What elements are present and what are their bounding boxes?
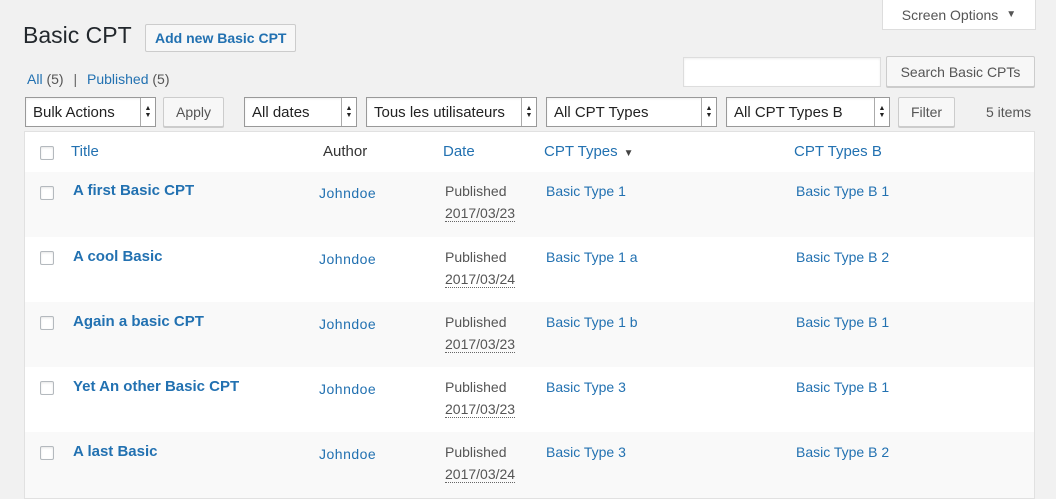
column-cpt-types-b-sort[interactable]: CPT Types B <box>794 143 882 160</box>
select-arrows-icon: ▲ ▼ <box>874 98 889 126</box>
table-row: A last Basic Johndoe Published 2017/03/2… <box>25 432 1034 498</box>
select-all-checkbox[interactable] <box>40 146 54 160</box>
bulk-actions-value: Bulk Actions <box>33 103 115 121</box>
row-date-value: 2017/03/24 <box>445 466 516 483</box>
table-row: Yet An other Basic CPT Johndoe Published… <box>25 367 1034 432</box>
row-cpt-type-b-link[interactable]: Basic Type B 2 <box>796 249 889 265</box>
row-date-value: 2017/03/23 <box>445 401 516 418</box>
row-date-value: 2017/03/23 <box>445 336 516 353</box>
row-checkbox[interactable] <box>40 251 54 265</box>
row-status: Published <box>445 444 507 460</box>
row-cpt-type-link[interactable]: Basic Type 1 b <box>546 314 638 330</box>
row-checkbox[interactable] <box>40 446 54 460</box>
column-author: Author <box>323 143 368 160</box>
row-cpt-type-link[interactable]: Basic Type 3 <box>546 379 626 395</box>
table-header: Title Author Date CPT Types ▼ CPT Types B <box>25 132 1034 173</box>
view-all-link[interactable]: All <box>27 71 43 87</box>
row-cpt-type-b-link[interactable]: Basic Type B 2 <box>796 444 889 460</box>
row-date-value: 2017/03/24 <box>445 271 516 288</box>
view-published-count: (5) <box>152 71 170 87</box>
row-status: Published <box>445 183 507 199</box>
row-date-value: 2017/03/23 <box>445 205 516 222</box>
row-author-link[interactable]: Johndoe <box>319 251 376 267</box>
row-author-link[interactable]: Johndoe <box>319 316 376 332</box>
column-title-sort[interactable]: Title <box>71 143 99 160</box>
search-button[interactable]: Search Basic CPTs <box>886 56 1035 87</box>
view-published-link[interactable]: Published <box>87 71 149 87</box>
row-author-link[interactable]: Johndoe <box>319 446 376 462</box>
row-title-link[interactable]: Yet An other Basic CPT <box>73 378 239 395</box>
dates-value: All dates <box>252 103 310 121</box>
cpt-types-select[interactable]: All CPT Types ▲ ▼ <box>546 97 717 127</box>
row-date: Published 2017/03/24 <box>445 441 516 485</box>
row-title-link[interactable]: A first Basic CPT <box>73 182 194 199</box>
caret-down-icon: ▼ <box>1006 9 1017 20</box>
row-checkbox[interactable] <box>40 316 54 330</box>
row-status: Published <box>445 379 507 395</box>
table-row: A first Basic CPT Johndoe Published 2017… <box>25 172 1034 237</box>
view-all-count: (5) <box>46 71 64 87</box>
screen-options-label: Screen Options <box>901 6 999 23</box>
sort-desc-icon: ▼ <box>623 148 634 159</box>
select-arrows-icon: ▲ ▼ <box>521 98 536 126</box>
row-cpt-type-link[interactable]: Basic Type 1 <box>546 183 626 199</box>
cpt-types-value: All CPT Types <box>554 103 649 121</box>
row-cpt-type-b-link[interactable]: Basic Type B 1 <box>796 379 889 395</box>
apply-button[interactable]: Apply <box>163 97 224 127</box>
column-date-sort[interactable]: Date <box>443 143 475 160</box>
screen-options-button[interactable]: Screen Options ▼ <box>882 0 1036 30</box>
row-status: Published <box>445 314 507 330</box>
row-cpt-type-link[interactable]: Basic Type 3 <box>546 444 626 460</box>
row-author-link[interactable]: Johndoe <box>319 185 376 201</box>
column-cpt-types-sort[interactable]: CPT Types ▼ <box>544 143 634 160</box>
cpt-types-b-select[interactable]: All CPT Types B ▲ ▼ <box>726 97 890 127</box>
view-published-label: Published <box>87 71 149 87</box>
page-title: Basic CPT <box>23 22 132 48</box>
row-cpt-type-b-link[interactable]: Basic Type B 1 <box>796 314 889 330</box>
row-date: Published 2017/03/23 <box>445 376 516 420</box>
column-cpt-types-label: CPT Types <box>544 143 618 160</box>
row-cpt-type-b-link[interactable]: Basic Type B 1 <box>796 183 889 199</box>
select-arrows-icon: ▲ ▼ <box>701 98 716 126</box>
items-count: 5 items <box>986 104 1032 120</box>
dates-select[interactable]: All dates ▲ ▼ <box>244 97 357 127</box>
row-title-link[interactable]: Again a basic CPT <box>73 313 204 330</box>
select-arrows-icon: ▲ ▼ <box>140 98 155 126</box>
search-input[interactable] <box>683 57 881 87</box>
row-title-link[interactable]: A last Basic <box>73 443 158 460</box>
row-cpt-type-link[interactable]: Basic Type 1 a <box>546 249 638 265</box>
users-value: Tous les utilisateurs <box>374 103 505 121</box>
users-select[interactable]: Tous les utilisateurs ▲ ▼ <box>366 97 537 127</box>
view-all-label: All <box>27 71 43 87</box>
filter-button[interactable]: Filter <box>898 97 955 127</box>
row-title-link[interactable]: A cool Basic <box>73 248 162 265</box>
table-row: A cool Basic Johndoe Published 2017/03/2… <box>25 237 1034 302</box>
row-date: Published 2017/03/24 <box>445 246 516 290</box>
row-date: Published 2017/03/23 <box>445 180 516 224</box>
cpt-types-b-value: All CPT Types B <box>734 103 843 121</box>
status-views: All (5) | Published (5) <box>27 71 170 87</box>
add-new-button[interactable]: Add new Basic CPT <box>145 24 297 52</box>
row-checkbox[interactable] <box>40 381 54 395</box>
row-date: Published 2017/03/23 <box>445 311 516 355</box>
table-row: Again a basic CPT Johndoe Published 2017… <box>25 302 1034 367</box>
bulk-actions-select[interactable]: Bulk Actions ▲ ▼ <box>25 97 156 127</box>
row-author-link[interactable]: Johndoe <box>319 381 376 397</box>
select-arrows-icon: ▲ ▼ <box>341 98 356 126</box>
views-separator: | <box>73 71 78 87</box>
row-status: Published <box>445 249 507 265</box>
posts-table: Title Author Date CPT Types ▼ CPT Types B… <box>24 131 1035 499</box>
row-checkbox[interactable] <box>40 186 54 200</box>
